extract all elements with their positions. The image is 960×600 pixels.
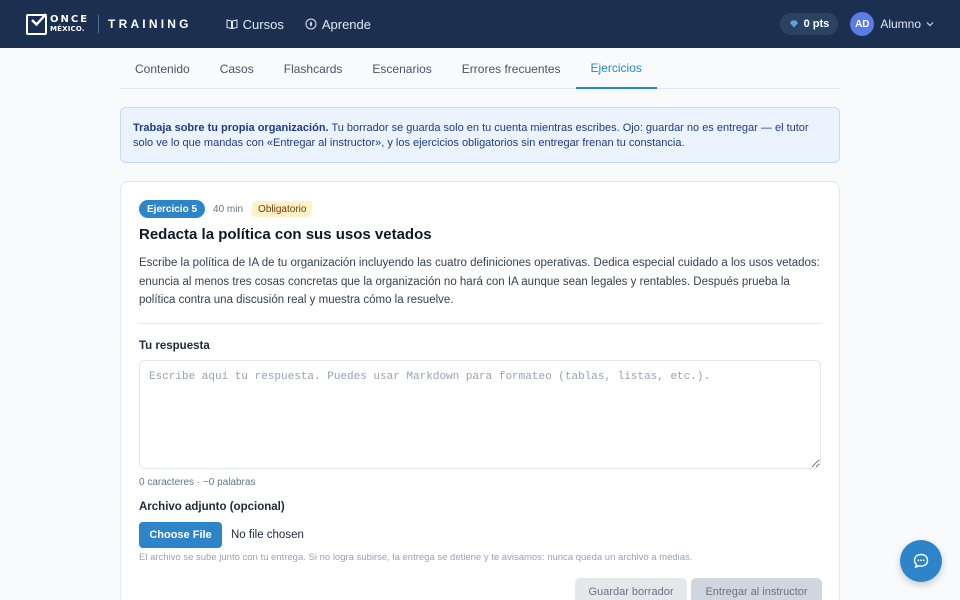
avatar[interactable]: AD <box>850 12 875 36</box>
file-status: No file chosen <box>231 529 304 541</box>
info-banner: Trabaja sobre tu propia organización. Tu… <box>120 107 840 163</box>
tab-contenido[interactable]: Contenido <box>120 48 205 89</box>
points-value: 0 pts <box>803 18 830 30</box>
nav-aprende-label: Aprende <box>321 16 371 32</box>
top-navbar: ONCE MÉXICO. TRAINING Cursos Aprende 0 p… <box>0 0 960 48</box>
main-nav: Cursos Aprende <box>226 17 392 32</box>
book-icon <box>226 19 238 30</box>
exercise-meta: Ejercicio 5 40 min Obligatorio <box>139 200 313 218</box>
exercise-title: Redacta la política con sus usos vetados <box>139 226 432 243</box>
nav-cursos-label: Cursos <box>242 16 284 32</box>
nav-cursos[interactable]: Cursos <box>226 17 284 32</box>
content-tabs: Contenido Casos Flashcards Escenarios Er… <box>120 48 840 89</box>
attachment-hint: El archivo se sube junto con tu entrega.… <box>139 552 693 563</box>
submit-to-instructor-button[interactable]: Entregar al instructor <box>691 578 822 600</box>
chevron-down-icon[interactable] <box>926 20 934 28</box>
user-name[interactable]: Alumno <box>880 17 921 31</box>
tab-ejercicios[interactable]: Ejercicios <box>575 48 657 89</box>
chat-icon <box>913 553 929 569</box>
banner-bold: Trabaja sobre tu propia organización. <box>133 122 329 134</box>
exercise-number-badge: Ejercicio 5 <box>139 200 206 218</box>
answer-textarea[interactable] <box>139 360 821 469</box>
exercise-card: Ejercicio 5 40 min Obligatorio Redacta l… <box>120 181 840 600</box>
tab-errores-frecuentes[interactable]: Errores frecuentes <box>447 48 576 89</box>
logo-once: ONCE <box>50 14 90 25</box>
answer-label: Tu respuesta <box>139 340 210 352</box>
choose-file-button[interactable]: Choose File <box>139 522 222 548</box>
exercise-duration: 40 min <box>213 203 244 215</box>
divider <box>139 323 821 324</box>
avatar-initials: AD <box>855 18 870 30</box>
chat-button[interactable] <box>900 540 942 582</box>
exercise-description: Escribe la política de IA de tu organiza… <box>139 257 820 306</box>
logo-training: TRAINING <box>108 17 192 31</box>
nav-aprende[interactable]: Aprende <box>305 17 371 32</box>
gem-icon <box>789 20 798 28</box>
attachment-label: Archivo adjunto (opcional) <box>139 501 285 513</box>
file-input: Choose File No file chosen <box>139 522 304 548</box>
tab-casos[interactable]: Casos <box>205 48 269 89</box>
logo-wordmark: ONCE MÉXICO. <box>50 15 89 33</box>
save-draft-button[interactable]: Guardar borrador <box>575 578 687 600</box>
tab-flashcards[interactable]: Flashcards <box>269 48 358 89</box>
points-badge[interactable]: 0 pts <box>779 13 839 35</box>
logo-check-icon <box>26 12 47 35</box>
logo[interactable]: ONCE MÉXICO. TRAINING <box>26 12 192 35</box>
required-badge: Obligatorio <box>252 201 313 217</box>
tab-escenarios[interactable]: Escenarios <box>357 48 446 89</box>
character-counter: 0 caracteres · ~0 palabras <box>139 477 256 488</box>
compass-icon <box>305 18 317 30</box>
logo-divider <box>98 15 100 33</box>
logo-mexico: MÉXICO. <box>50 25 85 33</box>
